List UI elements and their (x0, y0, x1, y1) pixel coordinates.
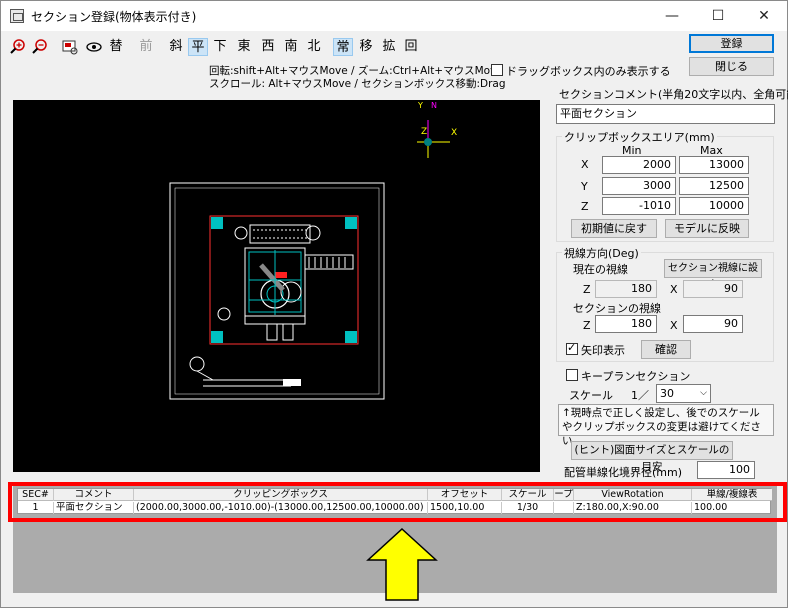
oblique-view-button[interactable]: 斜 (167, 38, 185, 56)
axis-gizmo: X N Y Z (417, 101, 457, 158)
pipe-threshold-input[interactable]: 100 (697, 461, 755, 479)
set-section-view-button[interactable]: セクション視線に設定 (664, 259, 762, 291)
svg-text:X: X (451, 128, 457, 138)
up-arrow-icon (366, 528, 438, 601)
section-x-input[interactable]: 90 (683, 315, 743, 333)
section-z-input[interactable]: 180 (595, 315, 657, 333)
north-view-button[interactable]: 北 (305, 38, 323, 56)
zoom-out-icon[interactable] (31, 38, 49, 56)
hint-line-1: 回転:shift+Alt+マウスMove / ズーム:Ctrl+Alt+マウスM… (209, 65, 503, 77)
arrow-display-checkbox[interactable] (566, 341, 578, 355)
apply-to-model-button[interactable]: モデルに反映 (665, 219, 749, 238)
bottom-view-button[interactable]: 下 (211, 38, 229, 56)
clip-x-max-input[interactable]: 13000 (679, 156, 749, 174)
rotate-mode-button[interactable]: 回 (402, 38, 420, 56)
scale-label: スケール (569, 389, 613, 402)
enlarge-mode-button[interactable]: 拡 (380, 38, 398, 56)
reset-clip-button[interactable]: 初期値に戻す (571, 219, 657, 238)
minimize-button[interactable]: — (649, 1, 695, 31)
prev-view-button[interactable]: 前 (137, 38, 155, 56)
register-button[interactable]: 登録 (689, 34, 774, 53)
clip-z-max-input[interactable]: 10000 (679, 197, 749, 215)
scale-warning-note: ↑現時点で正しく設定し、後でのスケールやクリップボックスの変更は避けてください。 (558, 404, 774, 447)
svg-text:Y: Y (417, 101, 423, 110)
confirm-button[interactable]: 確認 (641, 340, 691, 359)
hint-line-2: スクロール: Alt+マウスMove / セクションボックス移動:Drag (209, 78, 506, 90)
west-view-button[interactable]: 西 (259, 38, 277, 56)
normal-mode-button[interactable]: 常 (333, 38, 353, 56)
clip-z-label: Z (581, 200, 589, 213)
keyplan-checkbox[interactable] (566, 369, 578, 381)
current-z-label: Z (583, 283, 591, 296)
clip-y-label: Y (581, 180, 588, 193)
scale-select[interactable]: 30 ⌵ (656, 384, 711, 403)
section-icon[interactable] (61, 38, 79, 56)
eye-icon[interactable] (85, 38, 103, 56)
view-direction-title: 視線方向(Deg) (562, 245, 641, 261)
plan-view-button[interactable]: 平 (188, 38, 208, 56)
clip-x-label: X (581, 158, 589, 171)
close-button[interactable]: 閉じる (689, 57, 774, 76)
model-viewport[interactable]: X N Y Z (13, 100, 540, 472)
maximize-button[interactable]: ☐ (695, 1, 741, 31)
section-x-label: X (670, 319, 678, 332)
highlight-box (8, 482, 787, 522)
window-title: セクション登録(物体表示付き) (31, 10, 197, 24)
drag-box-only-checkbox[interactable] (491, 64, 503, 76)
section-comment-label: セクションコメント(半角20文字以内、全角可能) (559, 88, 788, 101)
section-register-window: セクション登録(物体表示付き) — ☐ ✕ 替 前 斜 平 下 東 西 南 北 … (0, 0, 788, 608)
current-x-label: X (670, 283, 678, 296)
drag-box-only-label: ドラッグボックス内のみ表示する (506, 65, 671, 78)
arrow-display-label: 矢印表示 (581, 344, 625, 357)
hint-drawing-size-button[interactable]: (ヒント)図面サイズとスケールの目安 (571, 441, 733, 473)
current-x-value: 90 (683, 280, 743, 298)
scale-prefix: 1／ (631, 389, 649, 402)
move-mode-button[interactable]: 移 (357, 38, 375, 56)
chevron-down-icon: ⌵ (700, 388, 707, 398)
east-view-button[interactable]: 東 (235, 38, 253, 56)
app-icon (10, 9, 24, 23)
south-view-button[interactable]: 南 (282, 38, 300, 56)
model-drawing: X N Y Z (169, 101, 457, 400)
keyplan-label: キープランセクション (581, 370, 691, 383)
pipe-threshold-label: 配管単線化境界径(mm) (564, 466, 683, 479)
scale-select-value: 30 (660, 387, 674, 400)
section-z-label: Z (583, 319, 591, 332)
close-window-button[interactable]: ✕ (741, 1, 787, 31)
clip-z-min-input[interactable]: -1010 (602, 197, 676, 215)
current-view-label: 現在の視線 (573, 263, 628, 276)
section-view-label: セクションの視線 (573, 302, 661, 315)
clip-y-max-input[interactable]: 12500 (679, 177, 749, 195)
section-comment-input[interactable]: 平面セクション (556, 104, 775, 124)
zoom-in-icon[interactable] (9, 38, 27, 56)
toggle-view-button[interactable]: 替 (107, 38, 125, 56)
svg-text:N: N (431, 101, 437, 110)
title-bar: セクション登録(物体表示付き) — ☐ ✕ (1, 1, 787, 31)
clip-y-min-input[interactable]: 3000 (602, 177, 676, 195)
current-z-value: 180 (595, 280, 657, 298)
clip-x-min-input[interactable]: 2000 (602, 156, 676, 174)
svg-text:Z: Z (421, 127, 427, 137)
clip-box-title: クリップボックスエリア(mm) (562, 129, 717, 145)
